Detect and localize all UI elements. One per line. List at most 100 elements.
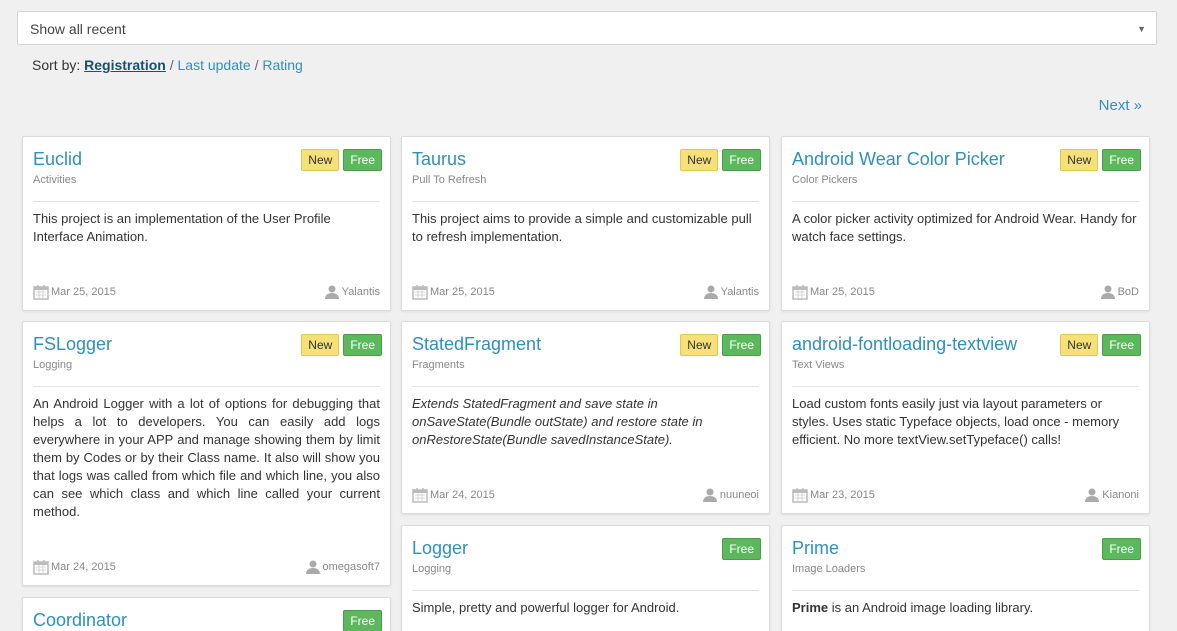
new-badge: New bbox=[1060, 149, 1099, 171]
free-badge: Free bbox=[722, 149, 761, 171]
card-divider bbox=[412, 201, 759, 202]
card-title-link[interactable]: FSLogger bbox=[33, 334, 112, 355]
card-date: Mar 24, 2015 bbox=[412, 487, 495, 503]
user-icon bbox=[1085, 488, 1100, 502]
card-description: This project is an implementation of the… bbox=[33, 211, 331, 244]
project-card: Android Wear Color Picker New Free Color… bbox=[781, 136, 1150, 311]
card-author: Yalantis bbox=[703, 284, 759, 300]
new-badge: New bbox=[680, 149, 719, 171]
card-author: BoD bbox=[1100, 284, 1139, 300]
card-divider bbox=[33, 201, 380, 202]
sort-registration-link[interactable]: Registration bbox=[84, 57, 166, 73]
card-author: nuuneoi bbox=[702, 487, 759, 503]
new-badge: New bbox=[1060, 334, 1099, 356]
calendar-icon bbox=[412, 488, 428, 503]
calendar-icon bbox=[33, 560, 49, 575]
card-date: Mar 24, 2015 bbox=[33, 559, 116, 575]
card-category: Activities bbox=[33, 174, 77, 186]
card-divider bbox=[792, 201, 1139, 202]
free-badge: Free bbox=[722, 334, 761, 356]
next-page-link[interactable]: Next » bbox=[1099, 97, 1142, 114]
calendar-icon bbox=[33, 285, 49, 300]
project-card: android-fontloading-textview New Free Te… bbox=[781, 321, 1150, 514]
card-date-text: Mar 25, 2015 bbox=[810, 286, 875, 298]
free-badge: Free bbox=[343, 334, 382, 356]
dropdown-arrow-icon: ▼ bbox=[1137, 24, 1146, 34]
card-date-text: Mar 25, 2015 bbox=[51, 286, 116, 298]
user-icon bbox=[1100, 285, 1115, 299]
card-category: Pull To Refresh bbox=[412, 174, 487, 186]
card-category: Color Pickers bbox=[792, 174, 858, 186]
new-badge: New bbox=[680, 334, 719, 356]
user-icon bbox=[702, 488, 717, 502]
card-divider bbox=[412, 590, 759, 591]
card-author: Yalantis bbox=[324, 284, 380, 300]
card-title-link[interactable]: Prime bbox=[792, 538, 839, 559]
card-description: A color picker activity optimized for An… bbox=[792, 211, 1137, 244]
card-category: Logging bbox=[412, 563, 452, 575]
sort-last-update-link[interactable]: Last update bbox=[178, 57, 251, 73]
card-description: Load custom fonts easily just via layout… bbox=[792, 396, 1120, 447]
user-icon bbox=[703, 285, 718, 299]
filter-selected-value: Show all recent bbox=[30, 21, 126, 37]
card-description: Prime is an Android image loading librar… bbox=[792, 599, 1139, 617]
sort-separator: / bbox=[254, 57, 259, 73]
card-divider bbox=[792, 386, 1139, 387]
card-date-text: Mar 23, 2015 bbox=[810, 489, 875, 501]
card-author-text: Kianoni bbox=[1102, 489, 1139, 501]
card-category: Fragments bbox=[412, 359, 465, 371]
card-category: Text Views bbox=[792, 359, 845, 371]
card-title-link[interactable]: android-fontloading-textview bbox=[792, 334, 1017, 355]
project-card: FSLogger New Free Logging An Android Log… bbox=[22, 321, 391, 586]
new-badge: New bbox=[301, 149, 340, 171]
project-card: Euclid New Free Activities This project … bbox=[22, 136, 391, 311]
card-title-link[interactable]: Android Wear Color Picker bbox=[792, 149, 1005, 170]
calendar-icon bbox=[412, 285, 428, 300]
card-divider bbox=[33, 386, 380, 387]
free-badge: Free bbox=[343, 610, 382, 631]
card-author: omegasoft7 bbox=[305, 559, 380, 575]
card-description: Simple, pretty and powerful logger for A… bbox=[412, 600, 680, 615]
card-date-text: Mar 24, 2015 bbox=[51, 561, 116, 573]
sort-separator: / bbox=[169, 57, 174, 73]
free-badge: Free bbox=[343, 149, 382, 171]
calendar-icon bbox=[792, 285, 808, 300]
card-title-link[interactable]: Euclid bbox=[33, 149, 82, 170]
project-card: Prime Free Image Loaders Prime is an And… bbox=[781, 525, 1150, 631]
card-date: Mar 25, 2015 bbox=[792, 284, 875, 300]
card-category: Logging bbox=[33, 359, 73, 371]
free-badge: Free bbox=[1102, 538, 1141, 560]
filter-select[interactable]: Show all recent ▼ bbox=[17, 11, 1157, 45]
card-title-link[interactable]: Logger bbox=[412, 538, 468, 559]
card-author-text: omegasoft7 bbox=[322, 561, 380, 573]
card-description-text: is an Android image loading library. bbox=[828, 600, 1034, 615]
sort-label: Sort by: bbox=[32, 57, 81, 73]
project-card: StatedFragment New Free Fragments Extend… bbox=[401, 321, 770, 514]
project-card: Coordinator Free bbox=[22, 597, 391, 631]
card-description: This project aims to provide a simple an… bbox=[412, 211, 752, 244]
card-category: Image Loaders bbox=[792, 563, 866, 575]
card-description-strong: Prime bbox=[792, 600, 829, 615]
sort-rating-link[interactable]: Rating bbox=[262, 57, 302, 73]
free-badge: Free bbox=[1102, 334, 1141, 356]
card-date: Mar 25, 2015 bbox=[412, 284, 495, 300]
user-icon bbox=[324, 285, 339, 299]
card-title-link[interactable]: Taurus bbox=[412, 149, 466, 170]
card-title-link[interactable]: StatedFragment bbox=[412, 334, 541, 355]
free-badge: Free bbox=[1102, 149, 1141, 171]
card-author-text: nuuneoi bbox=[719, 489, 759, 501]
card-date: Mar 23, 2015 bbox=[792, 487, 875, 503]
card-author: Kianoni bbox=[1084, 487, 1139, 503]
sort-bar: Sort by: Registration / Last update / Ra… bbox=[32, 57, 303, 73]
card-date-text: Mar 24, 2015 bbox=[430, 489, 495, 501]
card-description: An Android Logger with a lot of options … bbox=[33, 396, 380, 519]
card-author-text: Yalantis bbox=[341, 286, 380, 298]
card-description: Extends StatedFragment and save state in… bbox=[412, 396, 703, 447]
free-badge: Free bbox=[722, 538, 761, 560]
card-title-link[interactable]: Coordinator bbox=[33, 610, 127, 631]
card-author-text: BoD bbox=[1117, 286, 1139, 298]
card-author-text: Yalantis bbox=[720, 286, 759, 298]
card-divider bbox=[412, 386, 759, 387]
user-icon bbox=[305, 560, 320, 574]
card-divider bbox=[792, 590, 1139, 591]
